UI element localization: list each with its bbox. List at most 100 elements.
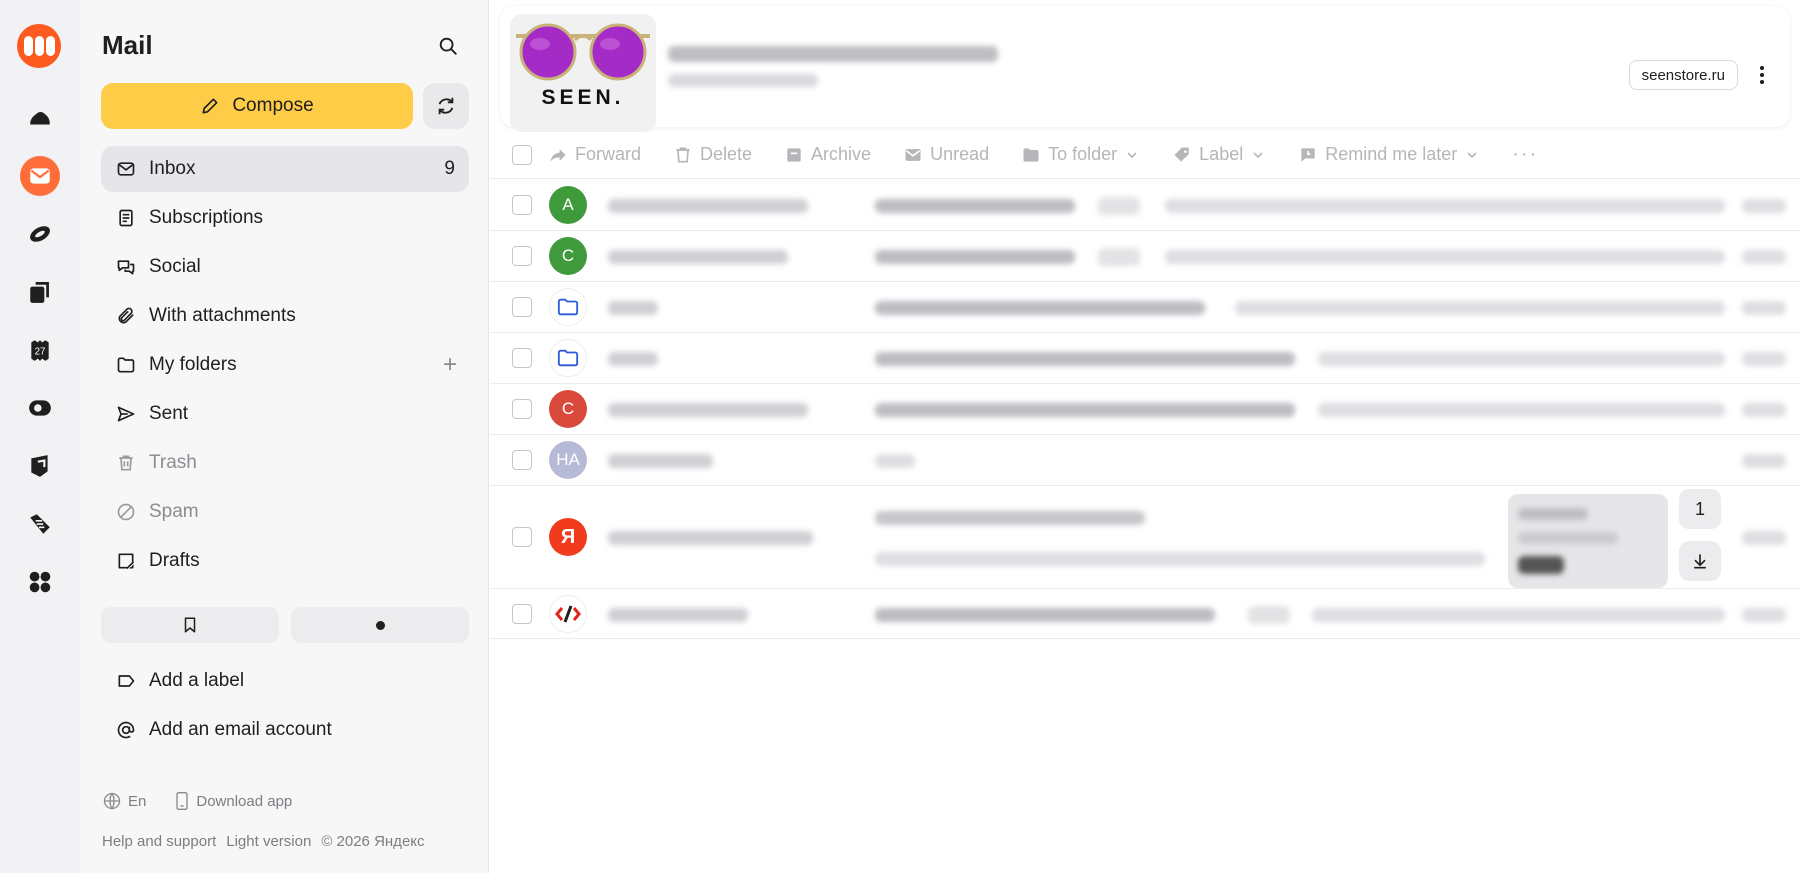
banner-subtitle-redacted — [668, 74, 818, 87]
message-row[interactable]: С — [490, 231, 1801, 282]
archive-label: Archive — [811, 144, 872, 164]
sidebar-item-trash[interactable]: Trash — [101, 440, 469, 486]
all-services-icon[interactable] — [20, 562, 60, 602]
label-label: Label — [1199, 144, 1244, 164]
bookmarks-filter-button[interactable] — [101, 607, 279, 643]
banner-domain-button[interactable]: seenstore.ru — [1628, 60, 1738, 90]
message-checkbox[interactable] — [512, 297, 532, 317]
app-title: Mail — [102, 30, 153, 60]
subscriptions-icon — [115, 207, 137, 229]
sidebar-item-spam[interactable]: Spam — [101, 489, 469, 535]
sidebar-item-social[interactable]: Social — [101, 244, 469, 290]
to-folder-button[interactable]: To folder — [1021, 144, 1140, 165]
reminder-icon — [1301, 147, 1315, 162]
message-checkbox[interactable] — [512, 348, 532, 368]
attachment-name-redacted — [1518, 532, 1618, 544]
message-row[interactable]: С — [490, 384, 1801, 435]
yandex-360-logo[interactable] — [17, 24, 61, 68]
sidebar-item-my-folders[interactable]: My folders + — [101, 342, 469, 388]
chevron-down-icon — [1467, 151, 1477, 158]
mail-icon[interactable] — [20, 156, 60, 196]
inbox-icon — [115, 158, 137, 180]
forms-icon[interactable] — [20, 504, 60, 544]
attachment-preview[interactable] — [1508, 494, 1668, 588]
sidebar-item-attachments[interactable]: With attachments — [101, 293, 469, 339]
archive-button[interactable]: Archive — [784, 144, 871, 165]
download-attachment-button[interactable] — [1679, 541, 1721, 581]
download-app-link[interactable]: Download app — [196, 793, 292, 810]
snippet-redacted — [1318, 352, 1725, 366]
avatar: НА — [549, 441, 587, 479]
disk-cloud-icon[interactable] — [20, 98, 60, 138]
forward-button[interactable]: Forward — [548, 144, 641, 165]
sunglasses-icon — [516, 23, 650, 81]
label-button[interactable]: Label — [1172, 144, 1266, 165]
compose-button[interactable]: Compose — [101, 83, 413, 129]
trash-icon — [676, 147, 690, 162]
sidebar-item-label: Inbox — [149, 158, 196, 179]
message-checkbox[interactable] — [512, 527, 532, 547]
help-link[interactable]: Help and support — [102, 833, 216, 850]
pencil-icon — [202, 98, 218, 114]
mark-unread-button[interactable]: Unread — [903, 144, 989, 165]
sidebar-item-sent[interactable]: Sent — [101, 391, 469, 437]
message-checkbox[interactable] — [512, 399, 532, 419]
select-all-checkbox[interactable] — [512, 144, 532, 165]
messenger-icon[interactable] — [20, 214, 60, 254]
message-row[interactable]: А — [490, 180, 1801, 231]
message-row[interactable] — [490, 333, 1801, 384]
message-row[interactable]: Я 1 — [490, 486, 1801, 589]
label-icon — [115, 670, 137, 692]
refresh-button[interactable] — [423, 83, 469, 129]
copyright-text: © 2026 Яндекс — [321, 833, 425, 850]
telemost-icon[interactable] — [20, 388, 60, 428]
inbox-count: 9 — [444, 158, 455, 179]
drafts-icon — [115, 550, 137, 572]
ad-banner[interactable]: SEEN. seenstore.ru — [500, 6, 1790, 132]
delete-button[interactable]: Delete — [673, 144, 752, 165]
subject-redacted — [875, 301, 1205, 315]
notes-icon[interactable] — [20, 446, 60, 486]
mail-sidebar: Mail Compose Inbox 9 Subscriptions Socia… — [80, 0, 489, 873]
add-label-button[interactable]: Add a label — [101, 658, 469, 704]
sidebar-item-subscriptions[interactable]: Subscriptions — [101, 195, 469, 241]
sender-redacted — [608, 352, 658, 366]
remind-later-button[interactable]: Remind me later — [1298, 144, 1480, 165]
refresh-icon — [438, 97, 454, 115]
banner-more-button[interactable] — [1748, 60, 1776, 90]
message-row[interactable]: НА — [490, 435, 1801, 486]
message-checkbox[interactable] — [512, 450, 532, 470]
download-icon — [1694, 554, 1706, 569]
sidebar-item-inbox[interactable]: Inbox 9 — [101, 146, 469, 192]
envelope-icon — [905, 148, 921, 161]
snippet-redacted — [1312, 608, 1725, 622]
message-checkbox[interactable] — [512, 195, 532, 215]
snippet-redacted — [1165, 199, 1725, 213]
date-redacted — [1742, 454, 1786, 468]
date-redacted — [1742, 352, 1786, 366]
language-switch[interactable]: En — [128, 793, 146, 810]
message-checkbox[interactable] — [512, 246, 532, 266]
message-checkbox[interactable] — [512, 604, 532, 624]
thread-count-redacted — [1098, 248, 1140, 266]
date-redacted — [1742, 403, 1786, 417]
documents-icon[interactable] — [20, 272, 60, 312]
toolbar-more-button[interactable]: ··· — [1512, 143, 1538, 166]
message-row[interactable] — [490, 589, 1801, 639]
attachment-count-button[interactable]: 1 — [1679, 489, 1721, 529]
message-row[interactable] — [490, 282, 1801, 333]
sidebar-item-drafts[interactable]: Drafts — [101, 538, 469, 584]
chevron-down-icon — [1127, 151, 1137, 158]
calendar-icon[interactable]: 27 — [20, 330, 60, 370]
add-folder-icon[interactable]: + — [443, 351, 457, 379]
subject-redacted — [875, 352, 1295, 366]
search-button[interactable] — [432, 30, 464, 62]
phone-icon — [176, 792, 189, 810]
add-email-account-button[interactable]: Add an email account — [101, 707, 469, 753]
message-list-pane: SEEN. seenstore.ru Forward Delete Archiv… — [490, 0, 1801, 873]
sender-redacted — [608, 403, 808, 417]
unread-filter-button[interactable] — [291, 607, 469, 643]
snippet-redacted — [1235, 301, 1725, 315]
light-version-link[interactable]: Light version — [226, 833, 311, 850]
social-icon — [115, 256, 137, 278]
